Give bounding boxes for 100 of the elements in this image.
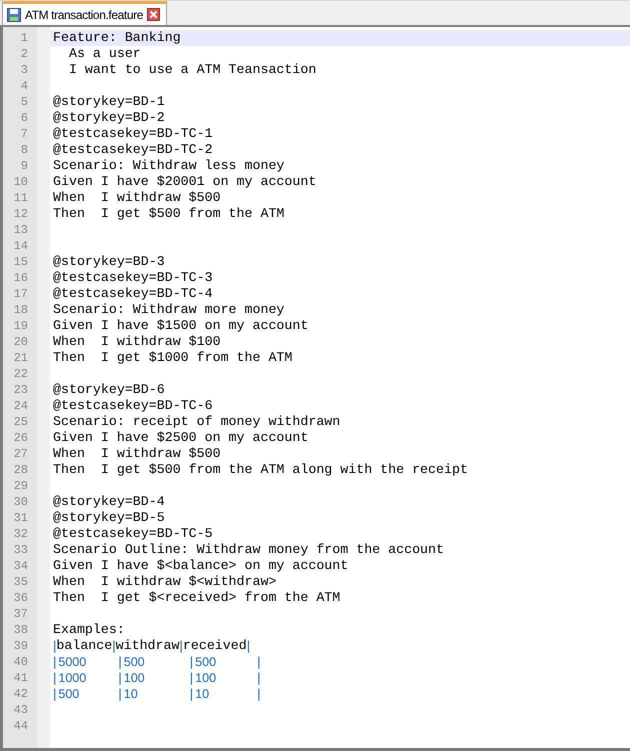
code-line: @testcasekey=BD-TC-4 — [53, 286, 213, 302]
code-line: Scenario Outline: Withdraw money from the account — [53, 542, 444, 558]
table-separator: | — [257, 686, 261, 702]
line-number: 25 — [14, 415, 28, 429]
line-number: 28 — [14, 463, 28, 477]
line-number: 34 — [14, 559, 28, 573]
line-number: 19 — [14, 319, 28, 333]
line-number: 36 — [14, 591, 28, 605]
code-line: As a user — [68, 46, 141, 62]
line-number: 33 — [14, 543, 28, 557]
code-line: @testcasekey=BD-TC-2 — [53, 142, 213, 158]
line-number: 10 — [14, 175, 28, 189]
line-number: 42 — [14, 687, 28, 701]
line-number: 20 — [14, 335, 28, 349]
code-line: When I withdraw $500 — [53, 446, 221, 462]
line-number: 11 — [14, 191, 28, 205]
save-icon — [7, 8, 21, 22]
line-number: 17 — [14, 287, 28, 301]
table-separator: | — [118, 670, 122, 686]
table-separator: | — [246, 638, 250, 654]
table-separator: | — [190, 654, 194, 670]
close-icon[interactable] — [146, 8, 160, 21]
line-number: 13 — [14, 223, 28, 237]
line-number: 6 — [20, 111, 28, 125]
code-line: Scenario: Withdraw more money — [53, 302, 284, 318]
line-number: 18 — [14, 303, 28, 317]
code-line: When I withdraw $<withdraw> — [53, 574, 276, 590]
line-number: 9 — [20, 159, 28, 173]
table-separator: | — [112, 638, 116, 654]
line-number: 31 — [14, 511, 28, 525]
line-number: 2 — [20, 47, 28, 61]
line-number: 41 — [14, 671, 28, 685]
table-header-cell: withdraw — [116, 638, 180, 654]
line-number: 12 — [14, 207, 28, 221]
table-cell: 5000 — [58, 655, 86, 669]
code-line: @storykey=BD-3 — [53, 254, 165, 270]
code-line: @testcasekey=BD-TC-3 — [53, 270, 213, 286]
line-number: 30 — [14, 495, 28, 509]
file-tab[interactable]: ATM transaction.feature — [2, 1, 167, 25]
code-line: Given I have $2500 on my account — [53, 430, 308, 446]
code-line: @testcasekey=BD-TC-1 — [53, 126, 213, 142]
line-number: 40 — [14, 655, 28, 669]
line-number: 3 — [20, 63, 28, 77]
code-line: @testcasekey=BD-TC-5 — [53, 526, 213, 542]
table-cell: 1000 — [58, 671, 86, 685]
code-line: Then I get $500 from the ATM along with the receipt — [53, 462, 468, 478]
line-number: 16 — [14, 271, 28, 285]
line-number: 44 — [14, 719, 28, 733]
line-number: 23 — [14, 383, 28, 397]
code-line: @testcasekey=BD-TC-6 — [53, 398, 213, 414]
table-separator: | — [257, 654, 261, 670]
table-cell: 100 — [124, 671, 145, 685]
code-line: When I withdraw $500 — [53, 190, 221, 206]
line-number: 39 — [14, 639, 28, 653]
line-number: 14 — [14, 239, 28, 253]
line-number: 8 — [20, 143, 28, 157]
code-line: @storykey=BD-5 — [53, 510, 165, 526]
line-number: 37 — [14, 607, 28, 621]
code-line: Given I have $<balance> on my account — [53, 558, 348, 574]
table-separator: | — [179, 638, 183, 654]
code-line: Feature: Banking — [53, 30, 181, 46]
code-line: When I withdraw $100 — [53, 334, 221, 350]
line-number: 21 — [14, 351, 28, 365]
code-line: @storykey=BD-4 — [53, 494, 165, 510]
table-header-cell: balance — [56, 638, 112, 654]
table-cell: 10 — [195, 687, 210, 701]
line-number: 38 — [14, 623, 28, 637]
line-number: 32 — [14, 527, 28, 541]
line-number: 15 — [14, 255, 28, 269]
line-number: 7 — [20, 127, 28, 141]
code-line: Then I get $500 from the ATM — [53, 206, 284, 222]
table-separator: | — [190, 686, 194, 702]
line-number: 4 — [20, 79, 28, 93]
code-line: I want to use a ATM Teansaction — [68, 62, 316, 78]
line-number: 43 — [14, 703, 28, 717]
table-cell: 500 — [58, 687, 80, 701]
table-separator: | — [257, 670, 261, 686]
table-cell: 500 — [195, 655, 216, 669]
line-number: 29 — [14, 479, 28, 493]
line-number: 1 — [20, 31, 28, 45]
line-number: 27 — [14, 447, 28, 461]
code-line: Examples: — [53, 622, 125, 638]
table-separator: | — [190, 670, 194, 686]
table-separator: | — [53, 686, 56, 702]
table-separator: | — [118, 686, 122, 702]
line-number: 22 — [14, 367, 28, 381]
code-line: Scenario: Withdraw less money — [53, 158, 284, 174]
code-line: Then I get $1000 from the ATM — [53, 350, 292, 366]
table-separator: | — [53, 638, 56, 654]
line-number: 35 — [14, 575, 28, 589]
table-cell: 100 — [195, 671, 216, 685]
table-separator: | — [53, 670, 56, 686]
table-header-cell: received — [182, 638, 247, 654]
table-cell: 500 — [124, 655, 145, 669]
code-line: @storykey=BD-6 — [53, 382, 165, 398]
table-separator: | — [118, 654, 122, 670]
line-number: 5 — [20, 95, 28, 109]
code-line: Scenario: receipt of money withdrawn — [53, 414, 340, 430]
line-number: 26 — [14, 431, 28, 445]
line-number: 24 — [14, 399, 28, 413]
